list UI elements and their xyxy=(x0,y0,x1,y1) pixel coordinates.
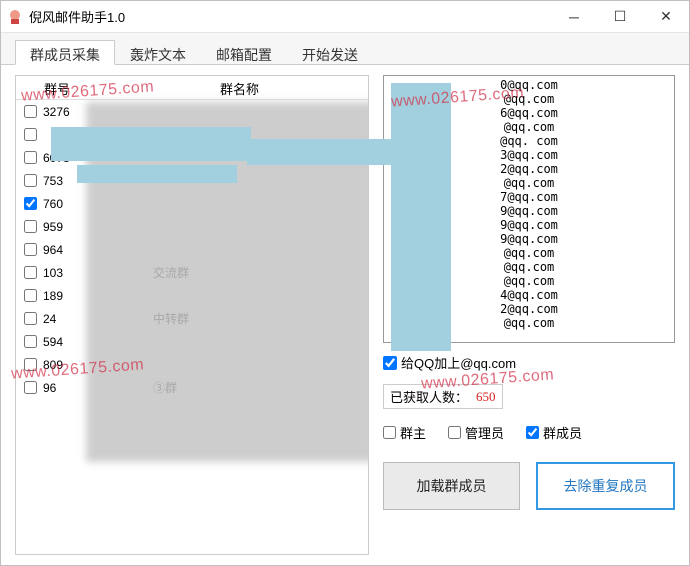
col-group-name: 群名称 xyxy=(192,76,368,99)
titlebar: 倪风邮件助手1.0 ─ ☐ ✕ xyxy=(1,1,689,33)
row-checkbox[interactable] xyxy=(24,335,37,348)
close-button[interactable]: ✕ xyxy=(643,1,689,32)
count-label: 已获取人数： xyxy=(390,387,468,406)
row-checkbox[interactable] xyxy=(24,220,37,233)
row-checkbox[interactable] xyxy=(24,312,37,325)
count-value: 650 xyxy=(476,389,496,405)
minimize-button[interactable]: ─ xyxy=(551,1,597,32)
row-checkbox[interactable] xyxy=(24,381,37,394)
append-domain-option[interactable]: 给QQ加上@qq.com xyxy=(383,353,516,372)
append-domain-checkbox[interactable] xyxy=(383,356,397,370)
row-checkbox[interactable] xyxy=(24,289,37,302)
app-icon xyxy=(7,9,23,25)
col-group-id: 群号 xyxy=(16,76,192,99)
maximize-button[interactable]: ☐ xyxy=(597,1,643,32)
tab-collect[interactable]: 群成员采集 xyxy=(15,40,115,65)
group-grid-header: 群号 群名称 xyxy=(16,76,368,100)
count-box: 已获取人数： 650 xyxy=(383,384,503,409)
window-title: 倪风邮件助手1.0 xyxy=(29,7,551,26)
role-owner[interactable]: 群主 xyxy=(383,423,426,442)
row-checkbox[interactable] xyxy=(24,358,37,371)
row-checkbox[interactable] xyxy=(24,128,37,141)
tabbar: 群成员采集 轰炸文本 邮箱配置 开始发送 xyxy=(1,33,689,65)
load-members-button[interactable]: 加载群成员 xyxy=(383,462,520,510)
role-member-checkbox[interactable] xyxy=(526,426,539,439)
dedup-members-button[interactable]: 去除重复成员 xyxy=(536,462,675,510)
row-checkbox[interactable] xyxy=(24,151,37,164)
row-checkbox[interactable] xyxy=(24,174,37,187)
role-owner-checkbox[interactable] xyxy=(383,426,396,439)
tab-start-send[interactable]: 开始发送 xyxy=(287,40,373,65)
row-checkbox[interactable] xyxy=(24,105,37,118)
row-checkbox[interactable] xyxy=(24,243,37,256)
row-checkbox[interactable] xyxy=(24,266,37,279)
role-admin-checkbox[interactable] xyxy=(448,426,461,439)
role-member[interactable]: 群成员 xyxy=(526,423,582,442)
tab-bomb-text[interactable]: 轰炸文本 xyxy=(115,40,201,65)
row-checkbox[interactable] xyxy=(24,197,37,210)
role-admin[interactable]: 管理员 xyxy=(448,423,504,442)
tab-mail-config[interactable]: 邮箱配置 xyxy=(201,40,287,65)
